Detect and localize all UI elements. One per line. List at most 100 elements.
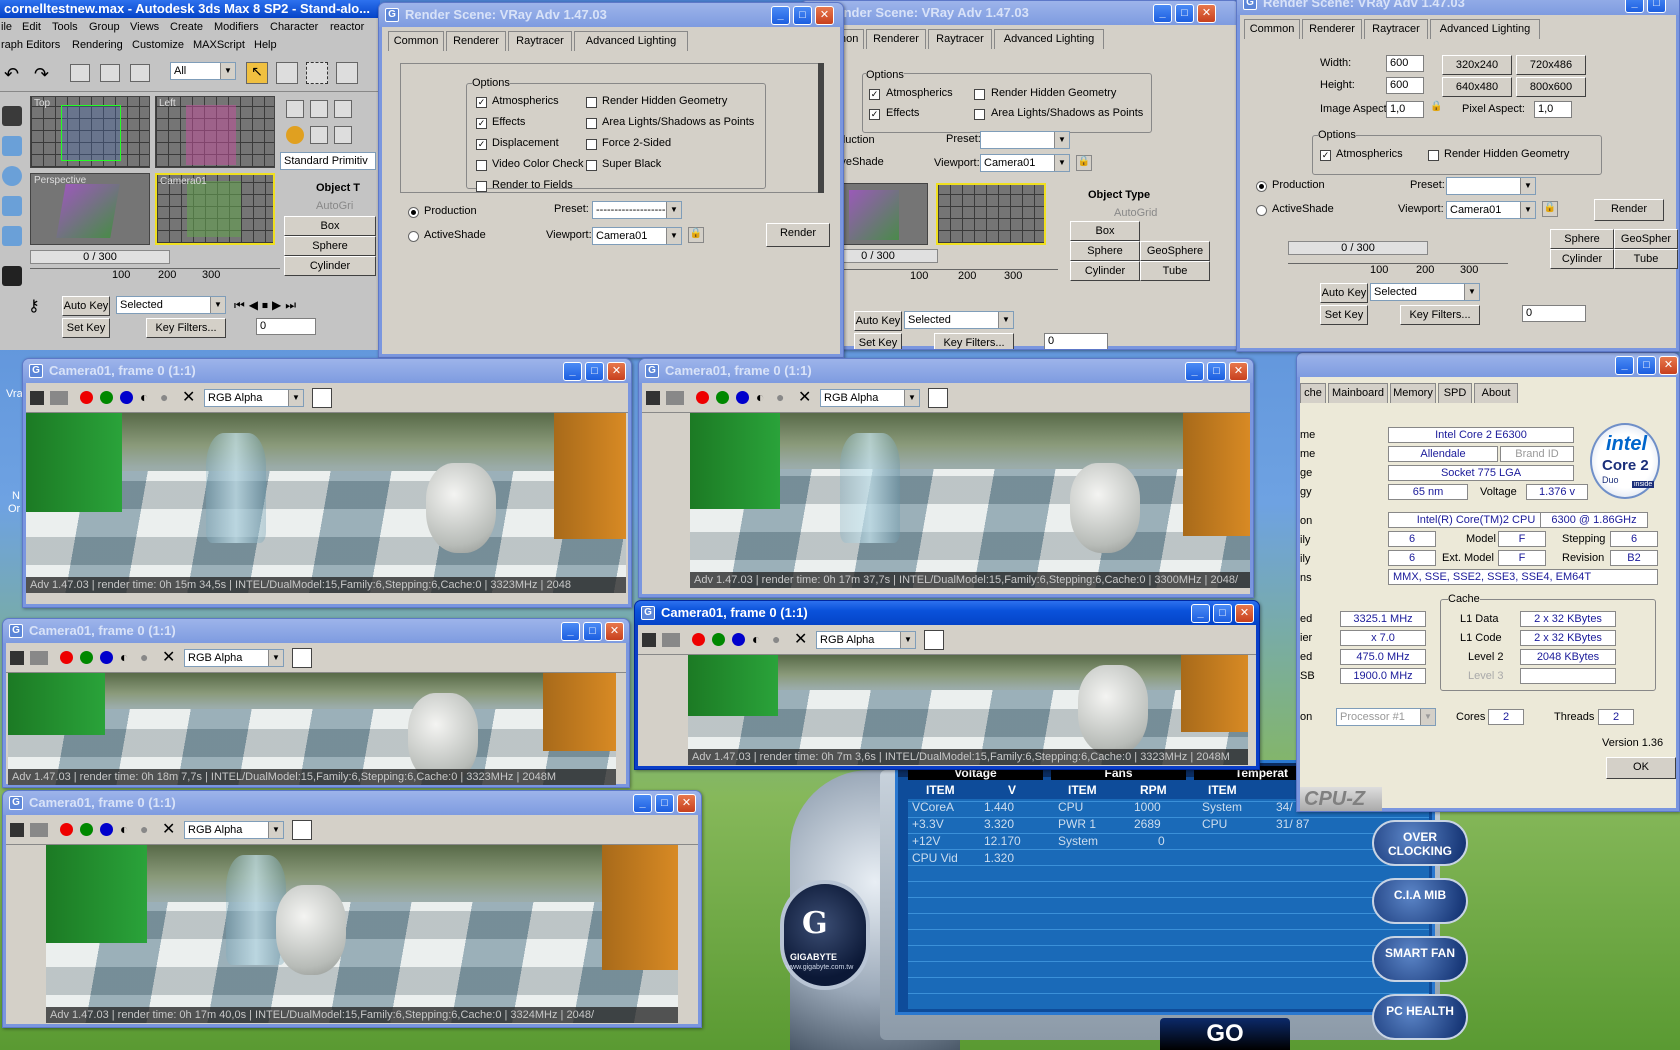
sphere-button[interactable]: Sphere (1550, 229, 1614, 249)
minimize-button[interactable]: _ (1153, 4, 1172, 23)
alpha-icon[interactable]: ● (140, 649, 148, 665)
viewport-dropdown[interactable]: Camera01 ▼ (592, 227, 682, 245)
alpha-icon[interactable]: ● (140, 821, 148, 837)
menu-reactor[interactable]: reactor (330, 18, 364, 36)
viewport-camera[interactable] (936, 183, 1046, 245)
tab-renderer[interactable]: Renderer (446, 31, 506, 51)
close-button[interactable]: ✕ (815, 6, 834, 25)
track-bar[interactable]: 100 200 300 (1288, 263, 1508, 277)
minimize-button[interactable]: _ (771, 6, 790, 25)
effects-checkbox[interactable]: ✓ (476, 118, 487, 129)
red-channel-icon[interactable] (696, 391, 709, 404)
lock-icon[interactable]: 🔒 (1542, 201, 1558, 217)
alpha-icon[interactable]: ● (776, 389, 784, 405)
key-selection-dropdown[interactable]: Selected ▼ (1370, 283, 1480, 301)
key-filters-button[interactable]: Key Filters... (1400, 305, 1480, 325)
smart-fan-button[interactable]: SMART FAN (1372, 936, 1468, 982)
menu-edit[interactable]: Edit (22, 18, 41, 36)
channel-dropdown[interactable]: RGB Alpha ▼ (816, 631, 916, 649)
lock-icon[interactable]: 🔒 (1430, 101, 1444, 117)
mono-icon[interactable]: ◐ (120, 649, 128, 665)
clear-icon[interactable]: ✕ (794, 629, 807, 649)
atmospherics-checkbox[interactable]: ✓ (869, 89, 880, 100)
key-selection-dropdown[interactable]: Selected ▼ (116, 296, 226, 314)
menu-modifiers[interactable]: Modifiers (214, 18, 259, 36)
super-black-checkbox[interactable] (586, 160, 597, 171)
set-key-button[interactable]: Set Key (62, 318, 110, 338)
close-button[interactable]: ✕ (605, 622, 624, 641)
green-channel-icon[interactable] (80, 823, 93, 836)
render-button[interactable]: Render (766, 223, 830, 247)
tab-advanced-lighting[interactable]: Advanced Lighting (1430, 19, 1540, 39)
channel-dropdown[interactable]: RGB Alpha ▼ (184, 649, 284, 667)
viewport-camera[interactable]: Camera01 (155, 173, 275, 245)
alpha-icon[interactable]: ● (160, 389, 168, 405)
force-2-sided-checkbox[interactable] (586, 139, 597, 150)
menu-graph-editors[interactable]: raph Editors (1, 36, 60, 54)
desktop-icon-label[interactable]: N (12, 490, 20, 502)
viewport-left[interactable]: Left (155, 96, 275, 168)
tab-about[interactable]: About (1474, 383, 1518, 403)
tool-icon[interactable] (2, 136, 22, 156)
save-icon[interactable] (30, 391, 44, 405)
lock-icon[interactable]: 🔒 (1076, 155, 1092, 171)
primitive-type-dropdown[interactable]: Standard Primitiv (280, 152, 376, 170)
channel-dropdown[interactable]: RGB Alpha ▼ (820, 389, 920, 407)
production-radio[interactable] (1256, 181, 1267, 192)
tab-cache[interactable]: che (1300, 383, 1326, 403)
time-slider[interactable]: 0 / 300 (30, 250, 170, 264)
red-channel-icon[interactable] (80, 391, 93, 404)
hierarchy-tab-icon[interactable] (334, 100, 352, 118)
shapes-icon[interactable] (310, 126, 328, 144)
tab-renderer[interactable]: Renderer (866, 29, 926, 49)
maximize-button[interactable]: □ (655, 794, 674, 813)
redo-icon[interactable]: ↷ (34, 64, 49, 85)
processor-select[interactable]: Processor #1 ▼ (1336, 708, 1436, 726)
key-filters-button[interactable]: Key Filters... (146, 318, 226, 338)
maximize-button[interactable]: □ (1175, 4, 1194, 23)
color-swatch[interactable] (924, 630, 944, 650)
go-button[interactable]: GO (1160, 1018, 1290, 1050)
production-radio[interactable] (408, 207, 419, 218)
bind-icon[interactable] (130, 64, 150, 82)
red-channel-icon[interactable] (60, 651, 73, 664)
geometry-icon[interactable] (286, 126, 304, 144)
clear-icon[interactable]: ✕ (182, 387, 195, 407)
ok-button[interactable]: OK (1606, 757, 1676, 779)
pixel-aspect-field[interactable]: 1,0 (1534, 101, 1572, 118)
maximize-button[interactable]: □ (1213, 604, 1232, 623)
effects-checkbox[interactable]: ✓ (869, 109, 880, 120)
save-icon[interactable] (642, 633, 656, 647)
close-button[interactable]: ✕ (677, 794, 696, 813)
close-button[interactable]: ✕ (1197, 4, 1216, 23)
lights-icon[interactable] (334, 126, 352, 144)
save-icon[interactable] (10, 651, 24, 665)
tab-common[interactable]: Common (1244, 19, 1300, 39)
time-slider[interactable]: 0 / 300 (1288, 241, 1428, 255)
alpha-icon[interactable]: ● (772, 631, 780, 647)
channel-dropdown[interactable]: RGB Alpha ▼ (204, 389, 304, 407)
auto-key-button[interactable]: Auto Key (854, 311, 902, 331)
mono-icon[interactable]: ◐ (756, 389, 764, 405)
select-by-name-icon[interactable] (276, 62, 298, 84)
blue-channel-icon[interactable] (120, 391, 133, 404)
tool-icon[interactable] (2, 196, 22, 216)
region-select-icon[interactable] (306, 62, 328, 84)
close-button[interactable]: ✕ (1235, 604, 1254, 623)
width-field[interactable]: 600 (1386, 55, 1424, 72)
viewport-dropdown[interactable]: Camera01 ▼ (1446, 201, 1536, 219)
color-swatch[interactable] (292, 648, 312, 668)
tab-advanced-lighting[interactable]: Advanced Lighting (994, 29, 1104, 49)
current-frame-field[interactable]: 0 (1044, 333, 1108, 349)
tab-raytracer[interactable]: Raytracer (508, 31, 572, 51)
mono-icon[interactable]: ◐ (120, 821, 128, 837)
render-button[interactable]: Render (1594, 199, 1664, 221)
geosphere-button[interactable]: GeoSphere (1140, 241, 1210, 261)
minimize-button[interactable]: _ (561, 622, 580, 641)
close-button[interactable]: ✕ (607, 362, 626, 381)
playback-controls[interactable]: ⏮◀⏹▶⏭ (234, 298, 300, 313)
maximize-button[interactable]: □ (793, 6, 812, 25)
video-color-check-checkbox[interactable] (476, 160, 487, 171)
sphere-button[interactable]: Sphere (284, 236, 376, 256)
maximize-button[interactable]: □ (1637, 356, 1656, 375)
